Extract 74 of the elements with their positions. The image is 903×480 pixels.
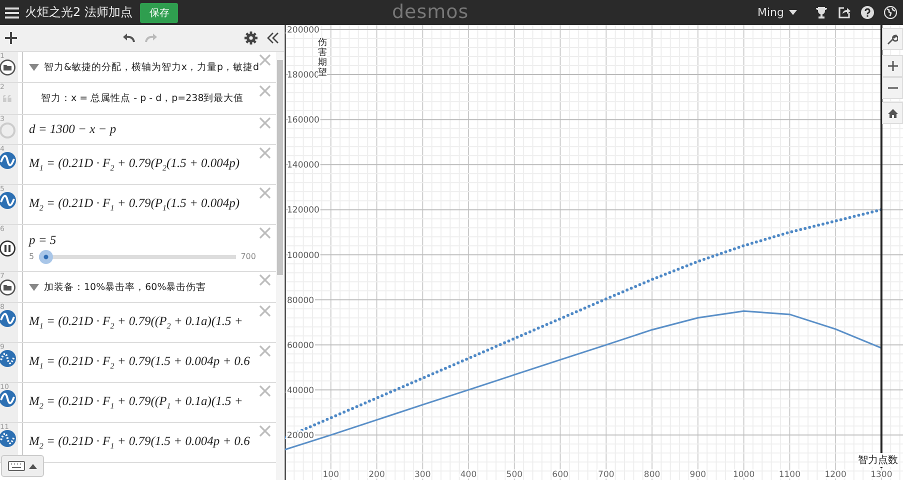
wave-icon[interactable] — [0, 192, 16, 209]
keyboard-button[interactable] — [1, 455, 44, 477]
x-tick-label: 600 — [552, 470, 568, 480]
slider-thumb[interactable] — [39, 250, 54, 264]
folder-icon[interactable] — [0, 59, 16, 76]
collapse-icon[interactable] — [266, 31, 280, 45]
home-button[interactable] — [882, 102, 903, 124]
x-tick-label: 1300 — [870, 470, 892, 480]
x-tick-label: 100 — [322, 470, 339, 480]
y-tick-label: 120000 — [287, 206, 320, 216]
trophy-icon[interactable] — [815, 6, 828, 19]
math-expression[interactable]: d = 1300 − x − p — [29, 122, 116, 137]
y-tick-label: 60000 — [287, 340, 314, 351]
slider-max: 700 — [240, 252, 256, 261]
scrollbar[interactable] — [276, 52, 284, 480]
x-tick-label: 300 — [414, 470, 431, 480]
keyboard-icon — [8, 461, 25, 471]
wave-icon[interactable] — [0, 152, 16, 169]
wrench-icon — [887, 34, 898, 44]
y-tick-label: 20000 — [287, 430, 314, 441]
graph-settings-button[interactable] — [882, 28, 903, 50]
quote-icon — [3, 95, 12, 102]
y-tick-label: 160000 — [287, 116, 320, 126]
help-icon[interactable] — [861, 6, 874, 19]
math-expression[interactable]: p = 5 — [29, 232, 256, 248]
note-text: 智力：x = 总属性点 - p - d，p=238到最大值 — [40, 92, 244, 105]
zoom-in-button[interactable] — [882, 55, 903, 77]
settings-icon[interactable] — [244, 31, 258, 45]
x-tick-label: 500 — [506, 470, 523, 480]
x-tick-label: 400 — [460, 470, 477, 480]
x-axis-label: 智力点数 — [858, 453, 898, 467]
pause-icon[interactable] — [0, 240, 16, 257]
graph-title[interactable]: 火炬之光2 法师加点 — [25, 4, 132, 21]
logo: desmos — [392, 1, 469, 23]
user-menu[interactable]: Ming — [757, 6, 797, 19]
add-icon[interactable] — [4, 31, 18, 45]
math-expression[interactable]: M$_{1}$ = (0.21D · F$_{2}$ + 0.79(1.5 + 0.004p + 0.6 — [29, 354, 250, 371]
expand-triangle-icon[interactable] — [29, 64, 39, 70]
y-tick-label: 80000 — [287, 296, 314, 306]
dotted-wave-icon[interactable] — [0, 430, 16, 447]
y-tick-label: 100000 — [287, 250, 320, 261]
menu-icon[interactable] — [5, 6, 19, 18]
folder-title: 加装备：10%暴击率，60%暴击伤害 — [44, 280, 206, 294]
x-tick-label: 1100 — [778, 470, 800, 480]
x-tick-label: 200 — [368, 470, 385, 480]
math-expression[interactable]: M$_{1}$ = (0.21D · F$_{2}$ + 0.79((P$_{2}$ + 0.1a)(1.5 + — [29, 314, 243, 331]
folder-title: 智力&敏捷的分配，横轴为智力x，力量p，敏捷d — [44, 60, 260, 74]
expand-triangle-icon[interactable] — [29, 284, 39, 290]
x-tick-label: 900 — [690, 470, 706, 480]
folder-icon[interactable] — [0, 279, 16, 296]
share-icon[interactable] — [838, 6, 851, 19]
x-tick-label: 700 — [598, 470, 614, 480]
math-expression[interactable]: M$_{2}$ = (0.21D · F$_{1}$ + 0.79(P$_{1}$(1.5 + 0.004p) — [29, 196, 240, 213]
wave-icon[interactable] — [0, 390, 16, 407]
x-tick-label: 800 — [644, 470, 660, 480]
y-tick-label: 180000 — [287, 70, 320, 81]
y-tick-label: 40000 — [287, 386, 314, 396]
home-icon — [888, 108, 898, 118]
zoom-out-button[interactable] — [882, 77, 903, 99]
math-expression[interactable]: M$_{2}$ = (0.21D · F$_{1}$ + 0.79(1.5 + 0.004p + 0.6 — [29, 434, 250, 451]
y-axis-label: 伤害期望 — [318, 39, 327, 79]
x-tick-label: 1000 — [732, 470, 755, 480]
dotted-wave-icon[interactable] — [0, 350, 16, 367]
undo-icon[interactable] — [122, 31, 136, 45]
globe-icon[interactable] — [884, 6, 897, 19]
math-expression[interactable]: M$_{2}$ = (0.21D · F$_{1}$ + 0.79((P$_{1}$ + 0.1a)(1.5 + — [29, 394, 243, 411]
y-tick-label: 200000 — [287, 26, 320, 36]
minus-icon — [888, 87, 898, 89]
plus-icon — [888, 61, 898, 71]
x-tick-label: 1200 — [824, 470, 846, 480]
slider-min: 5 — [29, 252, 34, 261]
y-tick-label: 140000 — [287, 160, 320, 171]
wave-icon[interactable] — [0, 310, 16, 327]
math-expression[interactable]: M$_{1}$ = (0.21D · F$_{2}$ + 0.79(P$_{2}$(1.5 + 0.004p) — [29, 156, 240, 173]
